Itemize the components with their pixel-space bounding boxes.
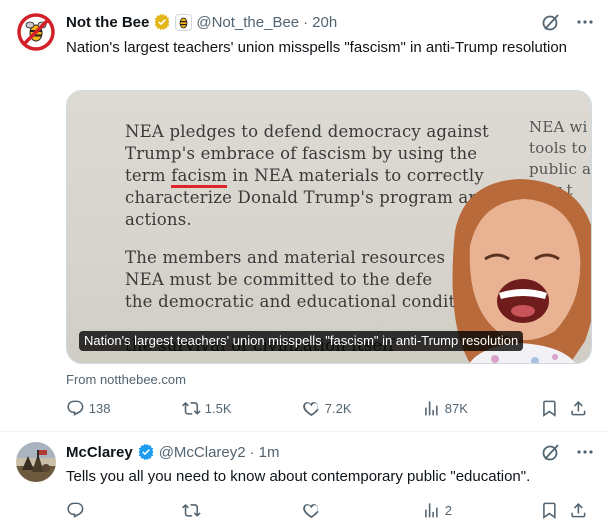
views-chart-icon [425,502,438,518]
tweet-not-the-bee[interactable]: Not the Bee @Not_the_Bee · 20h Nation's … [0,0,609,432]
bookmark-icon [543,502,556,519]
heart-icon [303,503,319,518]
retweet-button[interactable] [182,501,205,520]
link-source[interactable]: From notthebee.com [66,372,186,387]
views-button[interactable]: 87K [422,399,468,418]
more-options-icon[interactable] [575,442,595,462]
author-handle[interactable]: @McClarey2 [159,444,246,461]
bookmark-button[interactable] [540,501,559,520]
share-icon [571,502,586,518]
painting-avatar-icon [16,442,56,482]
link-card-caption: Nation's largest teachers' union misspel… [79,331,524,351]
separator-dot: · [303,13,309,31]
tweet-text: Tells you all you need to know about con… [66,468,531,485]
views-button[interactable]: 2 [422,501,452,520]
heart-icon [303,401,319,416]
misspelled-word: facism [171,166,227,188]
like-count: 7.2K [324,400,352,416]
tweet-header: McClarey @McClarey2 · 1m [66,441,279,463]
image-text-line: NEA pledges to defend democracy against [125,122,490,141]
views-count: 2 [444,502,452,518]
tweet-mcclarey[interactable]: McClarey @McClarey2 · 1m Tells you all y… [0,432,609,532]
blue-checkmark-icon[interactable] [137,443,155,461]
retweet-button[interactable]: 1.5K [182,399,232,418]
grok-icon[interactable] [541,442,561,462]
tweet-text: Nation's largest teachers' union misspel… [66,39,568,56]
tweet-header: Not the Bee @Not_the_Bee · 20h [66,11,337,33]
not-the-bee-logo-icon [16,12,56,52]
views-chart-icon [425,400,438,416]
reply-button[interactable]: 138 [66,399,110,418]
views-count: 87K [444,400,468,416]
author-name[interactable]: Not the Bee [66,14,149,31]
action-bar: 138 1.5K 7.2K 87K [66,398,593,418]
image-text-segment: term [125,166,172,185]
share-button[interactable] [569,399,588,418]
reply-icon [67,502,84,518]
share-button[interactable] [569,501,588,520]
like-button[interactable] [302,501,325,520]
retweet-count: 1.5K [204,400,232,416]
author-handle[interactable]: @Not_the_Bee [196,14,299,31]
reply-icon [67,400,84,416]
avatar[interactable] [16,12,56,52]
bookmark-button[interactable] [540,399,559,418]
image-text-line: tools to [529,139,588,157]
reply-button[interactable] [66,501,89,520]
action-bar: 2 [66,500,593,520]
timestamp[interactable]: 1m [259,444,280,461]
gold-checkmark-icon[interactable] [153,13,171,31]
more-options-icon[interactable] [575,12,595,32]
bookmark-icon [543,400,556,417]
author-name[interactable]: McClarey [66,444,133,461]
image-text-line: NEA wi [529,118,588,136]
separator-dot: · [249,443,255,461]
bee-affiliate-icon[interactable] [175,13,193,31]
reply-count: 138 [88,400,111,416]
retweet-icon [182,503,201,517]
grok-icon[interactable] [541,12,561,32]
avatar[interactable] [16,442,56,482]
link-card-image: NEA pledges to defend democracy against … [67,91,591,363]
image-text-line: Trump's embrace of fascism by using the [125,144,478,163]
share-icon [571,400,586,416]
link-card[interactable]: NEA pledges to defend democracy against … [66,90,592,364]
timestamp[interactable]: 20h [312,14,337,31]
like-button[interactable]: 7.2K [302,399,352,418]
retweet-icon [182,401,201,415]
